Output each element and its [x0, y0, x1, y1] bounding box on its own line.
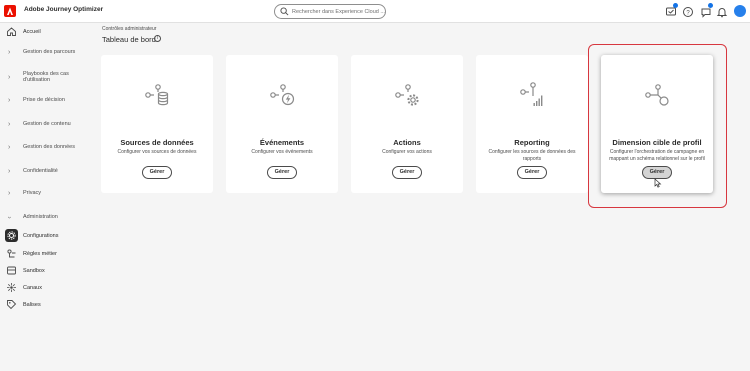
sidebar-item-privacy[interactable]: › Privacy	[0, 185, 92, 201]
help-icon[interactable]: ?	[682, 5, 694, 17]
manage-button[interactable]: Gérer	[142, 166, 172, 179]
sidebar-item-label: Gestion des données	[23, 143, 75, 150]
chevron-down-icon: ›	[5, 215, 13, 219]
chevron-right-icon: ›	[8, 73, 11, 81]
sidebar-item-label: Balises	[23, 301, 41, 308]
pointer-cursor-icon	[654, 178, 662, 188]
breadcrumb[interactable]: Contrôles administrateur	[102, 26, 156, 32]
card-title: Actions	[393, 138, 421, 147]
card-title: Reporting	[514, 138, 550, 147]
sidebar-item-tags[interactable]: Balises	[0, 297, 92, 313]
chevron-right-icon: ›	[8, 189, 11, 197]
sidebar-item-label: Privacy	[23, 189, 42, 196]
sidebar-item-data[interactable]: › Gestion des données	[0, 139, 92, 155]
sidebar-item-decisioning[interactable]: › Prise de décision	[0, 92, 92, 108]
sidebar-item-label: Playbooks des cas d'utilisation	[23, 70, 69, 84]
sandbox-icon	[7, 266, 16, 275]
chevron-right-icon: ›	[8, 120, 11, 128]
sidebar: Accueil › Gestion des parcours › Playboo…	[0, 23, 92, 371]
sidebar-item-sandbox[interactable]: Sandbox	[0, 263, 92, 279]
card-title: Événements	[259, 138, 305, 147]
chart-flow-icon	[520, 82, 543, 106]
chevron-right-icon: ›	[8, 48, 11, 56]
rules-icon	[7, 249, 16, 258]
sidebar-item-label: Accueil	[23, 28, 41, 35]
sidebar-item-label: Règles métier	[23, 250, 57, 257]
card-description: Configurer vos événements	[251, 149, 313, 155]
bell-icon[interactable]	[716, 5, 728, 18]
sidebar-item-configurations[interactable]: Configurations	[0, 228, 92, 244]
messages-icon[interactable]	[700, 3, 713, 18]
sidebar-item-label: Gestion de contenu	[23, 120, 71, 127]
tag-icon	[7, 300, 17, 310]
manage-button[interactable]: Gérer	[517, 166, 547, 179]
sidebar-item-label: Prise de décision	[23, 96, 65, 103]
gear-flow-icon	[395, 84, 419, 106]
avatar[interactable]	[734, 5, 746, 17]
sidebar-item-label: Confidentialité	[23, 167, 58, 174]
home-icon	[7, 27, 16, 36]
card-description: Configurer les sources de données des ra…	[488, 149, 576, 162]
sidebar-item-label: Gestion des parcours	[23, 48, 76, 55]
sidebar-item-label: Configurations	[23, 232, 59, 239]
sidebar-item-journeys[interactable]: › Gestion des parcours	[0, 44, 92, 60]
chevron-right-icon: ›	[8, 143, 11, 151]
database-flow-icon	[145, 84, 169, 106]
search-placeholder: Rechercher dans Experience Cloud ...	[292, 8, 385, 15]
svg-text:?: ?	[686, 10, 690, 16]
manage-button[interactable]: Gérer	[267, 166, 297, 179]
card-data-sources: Sources de données Configurer vos source…	[101, 55, 213, 193]
card-actions: Actions Configurer vos actions Gérer	[351, 55, 463, 193]
card-title: Sources de données	[120, 138, 194, 147]
top-bar: Adobe Journey Optimizer Rechercher dans …	[0, 0, 750, 23]
sidebar-item-label: Canaux	[23, 284, 42, 291]
adobe-logo-icon[interactable]	[4, 5, 16, 17]
card-events: Événements Configurer vos événements Gér…	[226, 55, 338, 193]
sidebar-item-playbooks[interactable]: › Playbooks des cas d'utilisation	[0, 67, 92, 87]
card-reporting: Reporting Configurer les sources de donn…	[476, 55, 588, 193]
sidebar-item-home[interactable]: Accueil	[0, 24, 92, 40]
sidebar-item-label: Administration	[23, 213, 58, 220]
sidebar-item-channels[interactable]: Canaux	[0, 280, 92, 296]
sidebar-item-label: Sandbox	[23, 267, 45, 274]
card-description: Configurer vos actions	[382, 149, 432, 155]
search-icon	[280, 7, 289, 16]
chevron-right-icon: ›	[8, 167, 11, 175]
gear-icon	[7, 231, 16, 240]
channels-icon	[7, 283, 16, 292]
app-title[interactable]: Adobe Journey Optimizer	[24, 6, 103, 13]
search-input[interactable]: Rechercher dans Experience Cloud ...	[274, 4, 386, 19]
sidebar-item-content[interactable]: › Gestion de contenu	[0, 116, 92, 132]
notifications-feed-icon[interactable]	[665, 3, 678, 17]
sidebar-item-administration[interactable]: › Administration	[0, 209, 92, 225]
sidebar-item-confidentiality[interactable]: › Confidentialité	[0, 163, 92, 179]
info-icon[interactable]: i	[154, 35, 161, 42]
page-title: Tableau de bord	[102, 35, 156, 44]
chevron-right-icon: ›	[8, 96, 11, 104]
card-description: Configurer vos sources de données	[117, 149, 197, 155]
lightning-flow-icon	[270, 84, 295, 106]
manage-button[interactable]: Gérer	[392, 166, 422, 179]
sidebar-item-business-rules[interactable]: Règles métier	[0, 246, 92, 262]
